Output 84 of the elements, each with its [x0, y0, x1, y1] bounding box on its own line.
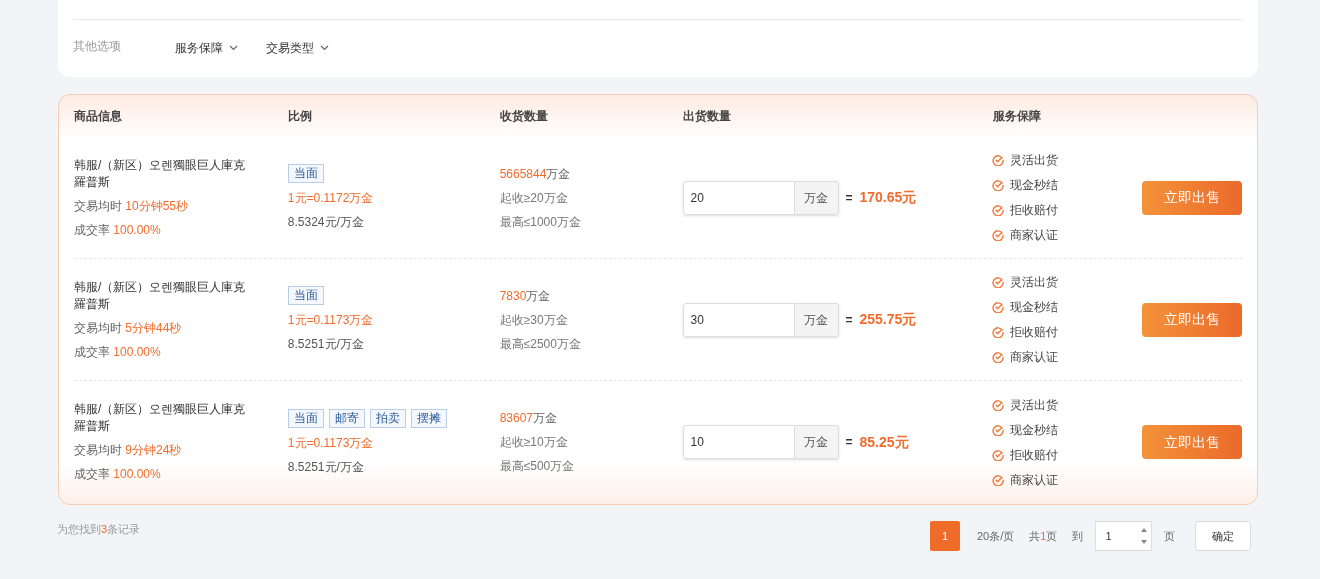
avg-time: 交易均时 5分钟44秒 [74, 319, 183, 337]
stock: 5665844万金 [499, 165, 572, 183]
spinner-arrows-icon [1140, 526, 1149, 546]
filter-dropdown[interactable]: 服务保障 [175, 38, 238, 57]
quantity-field[interactable]: 30 [682, 302, 795, 337]
service-item: 拒收赔付 [1010, 324, 1059, 341]
equals-sign: = [845, 434, 853, 451]
confirm-button[interactable]: 确定 [1195, 521, 1252, 551]
min-amount: 起收≥10万金 [499, 434, 569, 451]
max-amount: 最高≤2500万金 [499, 335, 582, 353]
max-amount: 最高≤1000万金 [499, 213, 582, 231]
stock: 7830万金 [499, 287, 552, 305]
column-header: 出货数量 [683, 109, 731, 123]
check-circle-icon [992, 423, 1005, 436]
ratio: 1元=0.1173万金 [287, 312, 375, 329]
equals-sign: = [845, 189, 853, 207]
goto-label: 到 [1072, 528, 1084, 544]
quantity-field[interactable]: 10 [682, 425, 795, 459]
check-circle-icon [992, 204, 1005, 216]
check-circle-icon [992, 229, 1005, 241]
avg-time: 交易均时 9分钟24秒 [74, 442, 183, 459]
product-name: 韩服/（新区）오렌獨眼巨人庫克羅普斯 [74, 156, 246, 191]
trade-tag: 邮寄 [328, 408, 365, 428]
chevron-down-icon [320, 44, 329, 51]
service-item: 拒收赔付 [1010, 202, 1059, 219]
total-pages: 共1页 [1029, 528, 1058, 544]
unit-price: 8.5251元/万金 [287, 336, 365, 353]
deal-rate: 成交率 100.00% [74, 221, 162, 239]
filter-dropdown[interactable]: 交易类型 [266, 38, 329, 57]
column-header: 收货数量 [500, 109, 548, 123]
column-header: 商品信息 [74, 109, 122, 123]
min-amount: 起收≥30万金 [499, 311, 569, 329]
product-name: 韩服/（新区）오렌獨眼巨人庫克羅普斯 [74, 401, 246, 435]
check-circle-icon [992, 351, 1005, 363]
page-size: 20条/页 [977, 528, 1015, 544]
quantity-field[interactable]: 20 [682, 180, 795, 215]
filter-label: 其他选项 [73, 37, 122, 55]
service-item: 商家认证 [1010, 471, 1059, 489]
check-circle-icon [992, 326, 1005, 338]
service-item: 商家认证 [1010, 349, 1059, 366]
total-price: 255.75元 [859, 310, 917, 329]
total-price: 85.25元 [859, 432, 909, 452]
max-amount: 最高≤500万金 [499, 458, 576, 475]
page-number-field[interactable]: 1 [1095, 521, 1153, 551]
deal-rate: 成交率 100.00% [74, 466, 162, 483]
stock: 83607万金 [499, 410, 559, 427]
unit-label: 万金 [794, 302, 839, 337]
check-circle-icon [992, 154, 1005, 166]
ratio: 1元=0.1172万金 [287, 190, 375, 207]
check-circle-icon [992, 473, 1005, 486]
unit-label: 万金 [794, 180, 839, 215]
check-circle-icon [992, 179, 1005, 191]
avg-time: 交易均时 10分钟55秒 [74, 197, 190, 215]
service-item: 灵活出货 [1010, 152, 1059, 169]
page-suffix: 页 [1164, 528, 1176, 544]
service-item: 现金秒结 [1010, 177, 1059, 194]
check-circle-icon [992, 301, 1005, 313]
total-price: 170.65元 [859, 188, 917, 207]
unit-price: 8.5324元/万金 [287, 214, 365, 231]
check-circle-icon [992, 448, 1005, 461]
service-item: 灵活出货 [1010, 274, 1059, 291]
trade-tag: 拍卖 [369, 408, 406, 428]
unit-price: 8.5251元/万金 [287, 458, 365, 476]
column-header: 服务保障 [993, 109, 1041, 123]
trade-tag: 当面 [287, 408, 324, 428]
check-circle-icon [992, 276, 1005, 288]
result-count: 为您找到3条记录 [57, 522, 141, 537]
service-item: 现金秒结 [1010, 299, 1059, 316]
chevron-down-icon [229, 44, 238, 51]
service-item: 拒收赔付 [1010, 446, 1059, 464]
service-item: 灵活出货 [1010, 396, 1059, 414]
product-name: 韩服/（新区）오렌獨眼巨人庫克羅普斯 [74, 278, 246, 313]
check-circle-icon [992, 398, 1005, 411]
unit-label: 万金 [794, 425, 839, 459]
service-item: 商家认证 [1010, 227, 1059, 244]
column-header: 比例 [288, 109, 312, 123]
deal-rate: 成交率 100.00% [74, 343, 162, 361]
equals-sign: = [845, 311, 853, 329]
ratio: 1元=0.1173万金 [287, 434, 375, 452]
trade-tag: 当面 [287, 164, 324, 183]
trade-tag: 当面 [287, 286, 324, 305]
service-item: 现金秒结 [1010, 421, 1059, 439]
min-amount: 起收≥20万金 [499, 189, 569, 207]
trade-tag: 摆摊 [410, 408, 447, 428]
